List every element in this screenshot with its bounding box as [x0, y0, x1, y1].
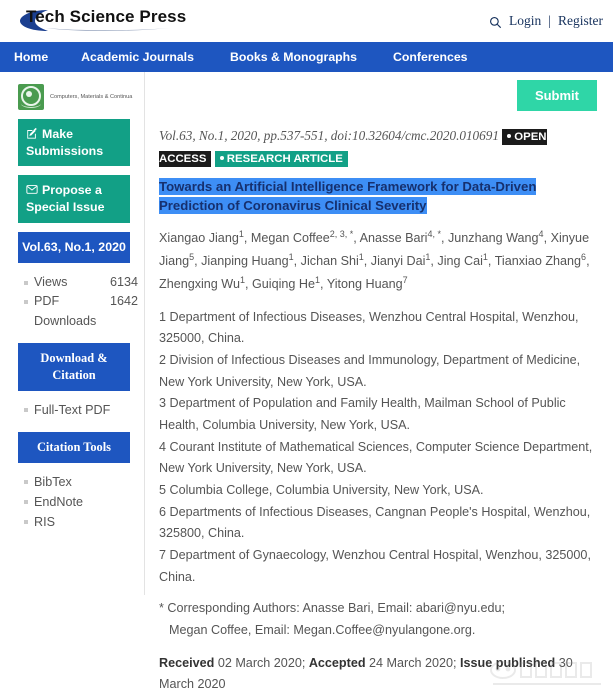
nav-item-books-monographs[interactable]: Books & Monographs [230, 50, 357, 64]
login-link[interactable]: Login [509, 13, 541, 29]
submit-row: Submit [159, 80, 597, 111]
affiliation-item: 5 Columbia College, Columbia University,… [159, 483, 484, 497]
author-name: Junzhang Wang [447, 231, 539, 246]
author-affiliation-marker: 1 [288, 252, 294, 263]
register-link[interactable]: Register [558, 13, 603, 29]
author-affiliation-marker: 4 [538, 229, 544, 240]
article-dates: Received 02 March 2020; Accepted 24 Marc… [159, 653, 597, 696]
author-affiliation-marker: 4, * [427, 229, 441, 240]
citation-links: BibTex EndNote RIS [0, 472, 144, 532]
stat-views-label: Views [34, 274, 68, 289]
make-submissions-button[interactable]: Make Submissions [18, 119, 130, 167]
author-affiliation-marker: 1 [315, 274, 321, 285]
pencil-square-icon [26, 127, 38, 139]
affiliation-item: 4 Courant Institute of Mathematical Scie… [159, 439, 593, 476]
link-endnote[interactable]: EndNote [24, 492, 138, 512]
stat-views: 6134 Views [24, 273, 138, 293]
link-ris[interactable]: RIS [24, 512, 138, 532]
stat-pdf-downloads: 1642 PDF Downloads [24, 292, 138, 331]
article-content: Submit Vol.63, No.1, 2020, pp.537-551, d… [145, 72, 613, 696]
corresponding-authors: * Corresponding Authors: Anasse Bari, Em… [159, 598, 597, 641]
author-affiliation-marker: 1 [358, 252, 364, 263]
citation-text: Vol.63, No.1, 2020, pp.537-551, doi:10.3… [159, 128, 499, 143]
site-logo[interactable]: Tech Science Press [12, 4, 187, 31]
journal-identity[interactable]: Computers, Materials & Continua [0, 84, 144, 110]
author-name: Yitong Huang [326, 277, 403, 292]
journal-name: Computers, Materials & Continua [50, 93, 133, 100]
link-bibtex[interactable]: BibTex [24, 472, 138, 492]
stat-pdf-downloads-value: 1642 [109, 294, 138, 309]
affiliation-item: 3 Department of Population and Family He… [159, 396, 566, 433]
corresponding-line-1: * Corresponding Authors: Anasse Bari, Em… [159, 601, 506, 616]
author-affiliation-marker: 2, 3, * [329, 229, 354, 240]
page-body: Computers, Materials & Continua Make Sub… [0, 72, 613, 696]
published-label: Issue published [460, 655, 556, 670]
volume-button[interactable]: Vol.63, No.1, 2020 [18, 231, 130, 263]
research-article-label: RESEARCH ARTICLE [226, 152, 343, 165]
author-affiliation-marker: 1 [238, 229, 244, 240]
author-name: Xiangao Jiang [159, 231, 239, 246]
link-full-text-pdf[interactable]: Full-Text PDF [24, 400, 138, 420]
author-name: Jianyi Dai [370, 254, 426, 269]
author-affiliation-marker: 6 [581, 252, 587, 263]
author-affiliation-marker: 1 [239, 274, 245, 285]
account-links: Login | Register [489, 13, 603, 29]
author-name: Tianxiao Zhang [494, 254, 582, 269]
status-badge-research-article: RESEARCH ARTICLE [214, 150, 348, 167]
author-affiliation-marker: 5 [189, 252, 195, 263]
author-name: Megan Coffee [250, 231, 330, 246]
author-affiliation-marker: 1 [425, 252, 431, 263]
site-brand-name: Tech Science Press [26, 7, 187, 26]
accepted-label: Accepted [308, 655, 366, 670]
affiliation-list: 1 Department of Infectious Diseases, Wen… [159, 307, 597, 589]
main-navigation: Home Academic Journals Books & Monograph… [0, 42, 613, 72]
accepted-value: 24 March 2020; [369, 655, 457, 670]
article-stats: 6134 Views 1642 PDF Downloads [0, 273, 144, 332]
affiliation-item: 7 Department of Gynaecology, Wenzhou Cen… [159, 547, 591, 584]
site-header: Tech Science Press Login | Register [0, 0, 613, 42]
nav-item-home[interactable]: Home [14, 50, 48, 64]
author-list: Xiangao Jiang1, Megan Coffee2, 3, *, Ana… [159, 229, 590, 292]
journal-emblem-icon [18, 84, 44, 110]
author-affiliation-marker: 7 [402, 274, 408, 285]
stat-views-value: 6134 [109, 274, 138, 289]
author-name: Zhengxing Wu [159, 277, 240, 292]
author-name: Anasse Bari [359, 231, 428, 246]
author-affiliation-marker: 1 [482, 252, 488, 263]
stat-pdf-downloads-label: PDF Downloads [34, 294, 97, 328]
download-links: Full-Text PDF [0, 400, 144, 420]
author-name: Jianping Huang [201, 254, 289, 269]
sidebar: Computers, Materials & Continua Make Sub… [0, 72, 145, 595]
received-value: 02 March 2020; [217, 655, 306, 670]
article-citation-line: Vol.63, No.1, 2020, pp.537-551, doi:10.3… [159, 125, 597, 169]
propose-special-issue-button[interactable]: Propose a Special Issue [18, 175, 130, 223]
author-name: Jichan Shi [300, 254, 359, 269]
citation-tools-heading[interactable]: Citation Tools [18, 431, 130, 463]
received-label: Received [159, 655, 215, 670]
affiliation-item: 6 Departments of Infectious Diseases, Ca… [159, 504, 591, 541]
author-name: Jing Cai [437, 254, 483, 269]
nav-item-academic-journals[interactable]: Academic Journals [81, 50, 194, 64]
author-name: Guiqing He [252, 277, 316, 292]
affiliation-item: 2 Division of Infectious Diseases and Im… [159, 353, 581, 389]
article-title-text: Towards an Artificial Intelligence Frame… [159, 177, 537, 215]
account-separator: | [548, 13, 551, 28]
envelope-icon [26, 183, 38, 195]
corresponding-line-2: Megan Coffee, Email: Megan.Coffee@nyulan… [169, 622, 476, 637]
search-icon[interactable] [489, 16, 502, 29]
submit-button[interactable]: Submit [516, 80, 597, 111]
nav-item-conferences[interactable]: Conferences [393, 50, 468, 64]
download-citation-heading[interactable]: Download & Citation [18, 343, 130, 391]
page-title: Towards an Artificial Intelligence Frame… [159, 177, 597, 217]
affiliation-item: 1 Department of Infectious Diseases, Wen… [159, 309, 579, 346]
